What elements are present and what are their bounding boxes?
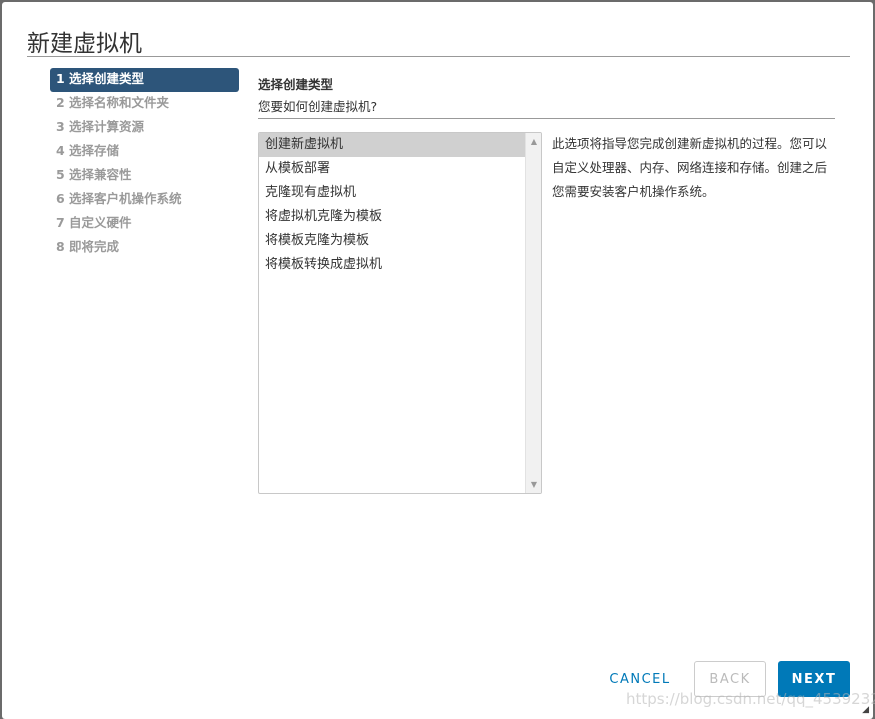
step-6[interactable]: 6 选择客户机操作系统 xyxy=(50,188,239,212)
step-4[interactable]: 4 选择存储 xyxy=(50,140,239,164)
step-1[interactable]: 1 选择创建类型 xyxy=(50,68,239,92)
section-question: 您要如何创建虚拟机? xyxy=(258,99,378,114)
step-8[interactable]: 8 即将完成 xyxy=(50,236,239,260)
step-2[interactable]: 2 选择名称和文件夹 xyxy=(50,92,239,116)
scroll-up-icon[interactable]: ▲ xyxy=(526,137,541,146)
list-item[interactable]: 克隆现有虚拟机 xyxy=(259,181,525,205)
wizard-steps: 1 选择创建类型 2 选择名称和文件夹 3 选择计算资源 4 选择存储 5 选择… xyxy=(50,68,239,260)
scroll-down-icon[interactable]: ▼ xyxy=(526,480,541,489)
scrollbar[interactable]: ▲ ▼ xyxy=(525,133,541,493)
step-7[interactable]: 7 自定义硬件 xyxy=(50,212,239,236)
divider xyxy=(27,56,850,57)
list-item[interactable]: 将虚拟机克隆为模板 xyxy=(259,205,525,229)
list-item[interactable]: 将模板克隆为模板 xyxy=(259,229,525,253)
resize-grip-icon[interactable]: ◢ xyxy=(862,705,869,715)
dialog-title: 新建虚拟机 xyxy=(27,31,142,57)
list-item[interactable]: 将模板转换成虚拟机 xyxy=(259,253,525,277)
list-item[interactable]: 从模板部署 xyxy=(259,157,525,181)
watermark: https://blog.csdn.net/qq_45392321 xyxy=(626,690,875,708)
step-5[interactable]: 5 选择兼容性 xyxy=(50,164,239,188)
divider xyxy=(258,118,835,119)
step-3[interactable]: 3 选择计算资源 xyxy=(50,116,239,140)
creation-type-list[interactable]: 创建新虚拟机 从模板部署 克隆现有虚拟机 将虚拟机克隆为模板 将模板克隆为模板 … xyxy=(258,132,542,494)
new-vm-dialog: 新建虚拟机 1 选择创建类型 2 选择名称和文件夹 3 选择计算资源 4 选择存… xyxy=(2,2,875,719)
section-heading: 选择创建类型 xyxy=(258,77,334,92)
list-item[interactable]: 创建新虚拟机 xyxy=(259,133,525,157)
option-description: 此选项将指导您完成创建新虚拟机的过程。您可以自定义处理器、内存、网络连接和存储。… xyxy=(552,136,828,199)
